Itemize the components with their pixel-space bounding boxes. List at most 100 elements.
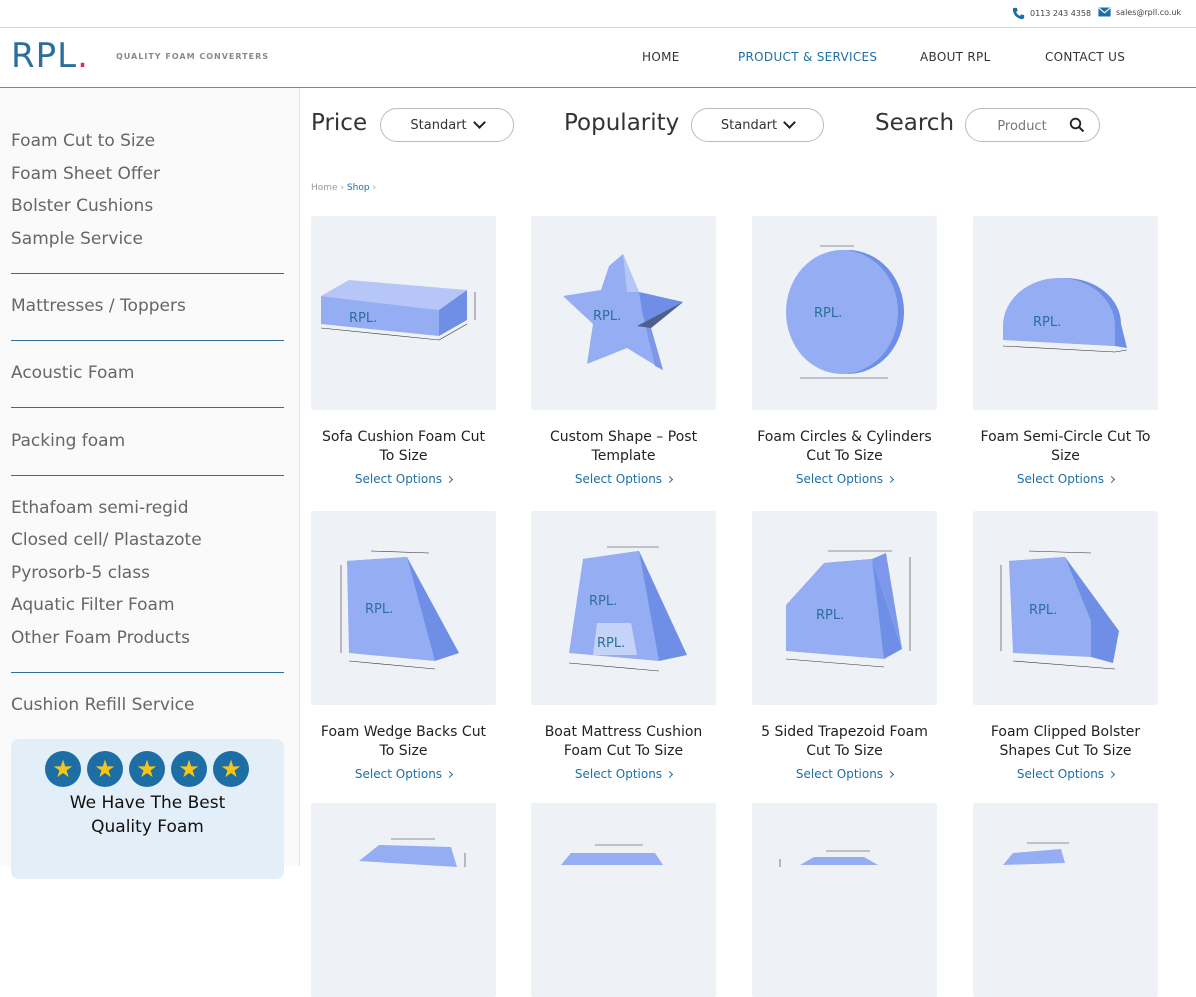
product-image-label: RPL. <box>349 311 377 326</box>
nav-contact[interactable]: CONTACT US <box>1045 50 1125 64</box>
sidebar-item-bolster-cushions[interactable]: Bolster Cushions <box>11 196 153 216</box>
sidebar-divider <box>11 407 284 408</box>
product-image-label: RPL. <box>593 309 621 324</box>
site-header: RPL. QUALITY FOAM CONVERTERS HOME PRODUC… <box>0 28 1196 88</box>
review-text-line1: We Have The Best <box>69 793 226 813</box>
select-options-label: Select Options <box>795 767 884 781</box>
star-icon: ★ <box>129 751 165 787</box>
sidebar-divider <box>11 273 284 274</box>
top-contact-bar: 0113 243 4358 sales@rpll.co.uk <box>0 0 1196 28</box>
chevron-right-icon <box>1108 475 1116 484</box>
product-name[interactable]: Foam Wedge Backs Cut To Size <box>311 723 496 761</box>
product-image[interactable]: RPL. <box>973 216 1158 410</box>
select-options-link[interactable]: Select Options <box>752 472 937 486</box>
sidebar-item-aquatic-filter[interactable]: Aquatic Filter Foam <box>11 595 175 615</box>
product-image[interactable] <box>973 803 1158 997</box>
chevron-right-icon <box>887 475 895 484</box>
phone-contact[interactable]: 0113 243 4358 <box>1012 7 1091 20</box>
email-contact[interactable]: sales@rpll.co.uk <box>1098 7 1181 17</box>
email-address: sales@rpll.co.uk <box>1116 7 1182 17</box>
search-input[interactable] <box>980 116 1064 136</box>
sidebar-item-foam-cut-to-size[interactable]: Foam Cut to Size <box>11 131 155 151</box>
product-image[interactable] <box>752 803 937 997</box>
product-image[interactable]: RPL. RPL. <box>531 511 716 705</box>
product-card: RPL. Foam Clipped Bolster Shapes Cut To … <box>973 511 1158 781</box>
site-tagline: QUALITY FOAM CONVERTERS <box>116 52 270 61</box>
product-name[interactable]: Foam Semi-Circle Cut To Size <box>973 428 1158 466</box>
product-name-line1: Custom Shape – Post <box>549 429 698 445</box>
select-options-label: Select Options <box>574 472 663 486</box>
sidebar-divider <box>11 340 284 341</box>
sidebar-item-other-foam[interactable]: Other Foam Products <box>11 628 190 648</box>
product-image[interactable]: RPL. <box>752 511 937 705</box>
product-name[interactable]: Custom Shape – Post Template <box>531 428 716 466</box>
rating-stars: ★ ★ ★ ★ ★ <box>45 751 249 787</box>
select-options-link[interactable]: Select Options <box>973 767 1158 781</box>
search-icon[interactable] <box>1069 117 1085 133</box>
product-image[interactable]: RPL. <box>531 216 716 410</box>
select-options-link[interactable]: Select Options <box>973 472 1158 486</box>
product-image[interactable]: RPL. <box>752 216 937 410</box>
product-image[interactable] <box>311 803 496 997</box>
product-image-label: RPL. <box>589 594 617 609</box>
sidebar-item-mattresses[interactable]: Mattresses / Toppers <box>11 296 186 316</box>
nav-about[interactable]: ABOUT RPL <box>920 50 991 64</box>
sidebar-divider <box>11 475 284 476</box>
sidebar-item-sample-service[interactable]: Sample Service <box>11 229 143 249</box>
breadcrumb-home[interactable]: Home <box>311 183 338 193</box>
product-name-line1: Boat Mattress Cushion <box>544 724 703 740</box>
product-image[interactable]: RPL. <box>973 511 1158 705</box>
product-name-line2: To Size <box>379 743 428 759</box>
sidebar-item-cushion-refill[interactable]: Cushion Refill Service <box>11 695 194 715</box>
product-image-label: RPL. <box>816 608 844 623</box>
select-options-link[interactable]: Select Options <box>311 472 496 486</box>
popularity-label: Popularity <box>564 110 680 136</box>
price-dropdown-value: Standart <box>410 117 467 133</box>
nav-product-services[interactable]: PRODUCT & SERVICES <box>738 50 877 64</box>
select-options-link[interactable]: Select Options <box>531 472 716 486</box>
product-name-line2: To Size <box>379 448 428 464</box>
mail-icon <box>1098 7 1111 17</box>
product-name[interactable]: 5 Sided Trapezoid Foam Cut To Size <box>752 723 937 761</box>
chevron-right-icon <box>887 770 895 779</box>
nav-home[interactable]: HOME <box>642 50 680 64</box>
product-image[interactable]: RPL. <box>311 216 496 410</box>
breadcrumb-current[interactable]: Shop <box>347 183 370 193</box>
product-card: RPL. 5 Sided Trapezoid Foam Cut To Size … <box>752 511 937 781</box>
product-name-line1: Foam Semi-Circle Cut To <box>980 429 1151 445</box>
product-card: RPL. Custom Shape – Post Template Select… <box>531 216 716 486</box>
price-label: Price <box>311 110 368 136</box>
search-label: Search <box>875 110 955 136</box>
product-name[interactable]: Boat Mattress Cushion Foam Cut To Size <box>531 723 716 761</box>
select-options-label: Select Options <box>354 472 443 486</box>
popularity-dropdown[interactable]: Standart <box>691 108 824 142</box>
product-name[interactable]: Foam Clipped Bolster Shapes Cut To Size <box>973 723 1158 761</box>
product-name-line2: Cut To Size <box>806 448 883 464</box>
select-options-link[interactable]: Select Options <box>311 767 496 781</box>
product-name[interactable]: Foam Circles & Cylinders Cut To Size <box>752 428 937 466</box>
sidebar-item-pyrosorb[interactable]: Pyrosorb-5 class <box>11 563 150 583</box>
site-logo[interactable]: RPL. <box>11 38 89 74</box>
select-options-label: Select Options <box>795 472 884 486</box>
product-name-line1: Sofa Cushion Foam Cut <box>322 429 485 445</box>
product-image[interactable] <box>531 803 716 997</box>
select-options-label: Select Options <box>1016 472 1105 486</box>
product-name-line2: Cut To Size <box>806 743 883 759</box>
product-image-label: RPL. <box>1033 315 1061 330</box>
product-image-label: RPL. <box>1029 603 1057 618</box>
sidebar-item-ethafoam[interactable]: Ethafoam semi-regid <box>11 498 188 518</box>
sidebar-item-closed-cell[interactable]: Closed cell/ Plastazote <box>11 530 202 550</box>
sidebar-item-foam-sheet-offer[interactable]: Foam Sheet Offer <box>11 164 160 184</box>
review-text-line2: Quality Foam <box>91 817 204 837</box>
breadcrumb-separator: › <box>372 183 377 193</box>
star-icon: ★ <box>45 751 81 787</box>
sidebar-item-packing-foam[interactable]: Packing foam <box>11 431 125 451</box>
select-options-link[interactable]: Select Options <box>752 767 937 781</box>
product-card <box>531 803 716 997</box>
sidebar-item-acoustic-foam[interactable]: Acoustic Foam <box>11 363 134 383</box>
select-options-link[interactable]: Select Options <box>531 767 716 781</box>
price-dropdown[interactable]: Standart <box>380 108 514 142</box>
product-name[interactable]: Sofa Cushion Foam Cut To Size <box>311 428 496 466</box>
product-name-line2: Shapes Cut To Size <box>999 743 1132 759</box>
product-image[interactable]: RPL. <box>311 511 496 705</box>
